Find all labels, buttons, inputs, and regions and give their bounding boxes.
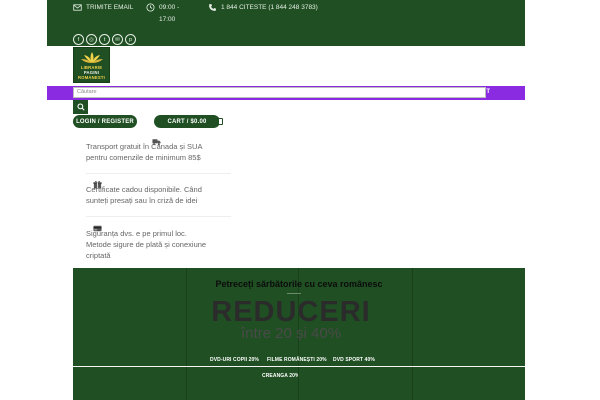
category-tile[interactable] [412, 367, 525, 400]
envelope-icon [73, 3, 82, 12]
cart-button[interactable]: CART / $0.00 [154, 115, 223, 128]
twitter-icon[interactable]: t [99, 34, 110, 45]
hours-text: 09:00 - 17:00 [159, 3, 179, 24]
logo-line-3: ROMANESTI [78, 75, 105, 80]
page: TRIMITE EMAIL 09:00 - 17:00 1 844 CITEST… [0, 0, 600, 400]
site-logo[interactable]: LIBRARIE PAGINI ROMANESTI [73, 47, 110, 83]
feature-text: Siguranța dvs. e pe primul loc. Metode s… [86, 229, 207, 260]
divider [86, 173, 231, 174]
email-label: TRIMITE EMAIL [86, 4, 134, 11]
social-links: f ◎ t ✉ p [73, 34, 136, 45]
hours-line-2: 17:00 [159, 16, 176, 23]
promo-banner[interactable]: Petreceți sărbătorile cu ceva românesc R… [73, 268, 525, 400]
promo-link-dvd-sport[interactable]: DVD SPORT 40% [333, 357, 375, 363]
instagram-icon[interactable]: ◎ [86, 34, 97, 45]
phone-label: 1 844 CITESTE (1 844 248 3783) [221, 4, 318, 11]
email-icon[interactable]: ✉ [112, 34, 123, 45]
search-icon [76, 103, 85, 111]
hours-line-1: 09:00 - [159, 4, 180, 11]
promo-link-creanga[interactable]: CREANGA 20% [262, 373, 300, 379]
opening-hours: 09:00 - 17:00 [146, 3, 179, 24]
phone-link[interactable]: 1 844 CITESTE (1 844 248 3783) [208, 3, 318, 12]
feature-secure-payment: Siguranța dvs. e pe primul loc. Metode s… [86, 219, 231, 265]
search-button[interactable] [73, 100, 88, 114]
login-label: LOGIN / REGISTER [76, 118, 134, 125]
cart-count-badge [218, 118, 223, 125]
nav-item-clipped[interactable]: T [486, 89, 490, 95]
divider [86, 216, 231, 217]
phone-icon [208, 3, 217, 12]
promo-link-filme-romanesti[interactable]: FILME ROMÂNEȘTI 20% [267, 357, 327, 363]
email-link[interactable]: TRIMITE EMAIL [73, 3, 133, 12]
feature-text: Transport gratuit în Canada și SUA pentr… [86, 142, 203, 162]
lotus-logo-icon [81, 52, 103, 63]
feature-gift-cards: Certificate cadou disponibile. Când sunt… [86, 176, 231, 220]
clock-icon [146, 3, 155, 12]
feature-shipping: Transport gratuit în Canada și SUA pentr… [86, 131, 231, 177]
promo-subtitle: între 20 și 40% [240, 325, 342, 342]
category-tile[interactable] [298, 367, 412, 400]
feature-text: Certificate cadou disponibile. Când sunt… [86, 185, 202, 205]
promo-headline: Petreceți sărbătorile cu ceva românesc [215, 279, 383, 289]
login-register-button[interactable]: LOGIN / REGISTER [73, 115, 137, 128]
search-input[interactable]: Căutare [73, 87, 486, 98]
facebook-icon[interactable]: f [73, 34, 84, 45]
cart-label: CART / $0.00 [167, 118, 207, 125]
top-bar: TRIMITE EMAIL 09:00 - 17:00 1 844 CITEST… [47, 0, 525, 46]
pinterest-icon[interactable]: p [125, 34, 136, 45]
promo-link-dvd-copii[interactable]: DVD-URI COPII 20% [210, 357, 259, 363]
headline-divider [287, 293, 301, 294]
